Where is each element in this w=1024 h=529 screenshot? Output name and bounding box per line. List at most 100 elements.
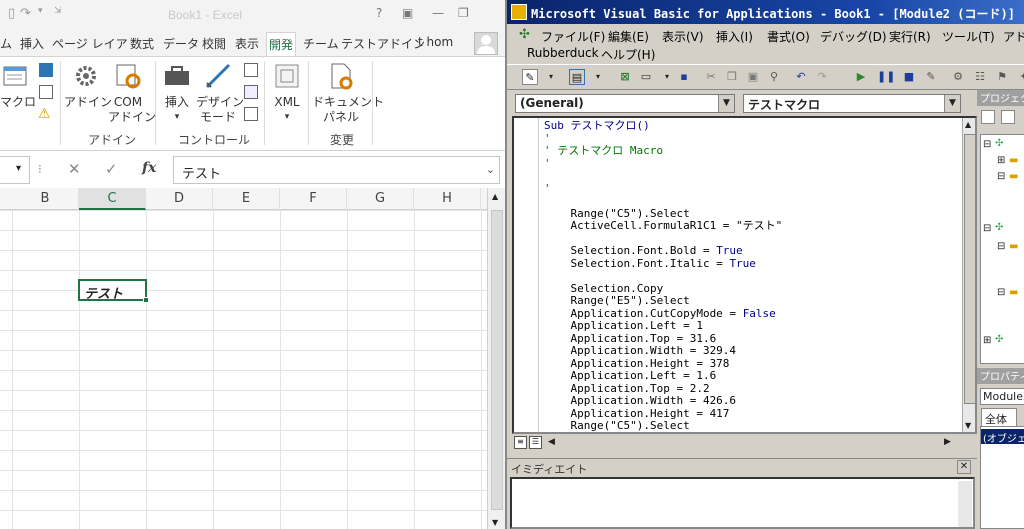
column-header-c[interactable]: C <box>79 188 146 210</box>
code-line[interactable]: Range("C5").Select <box>544 419 689 432</box>
com-addins-button[interactable]: COM アドイン <box>108 61 156 125</box>
menu-tools[interactable]: ツール(T) <box>942 28 995 45</box>
code-window[interactable]: Sub テストマクロ() ' ' テストマクロ Macro ' ' Range(… <box>512 116 977 434</box>
code-line[interactable]: Application.Left = 1 <box>544 319 702 332</box>
insert-control-button[interactable]: 挿入 ▾ <box>160 61 194 125</box>
project-explorer-icon[interactable]: ⚙ <box>950 69 966 85</box>
expand-formula-icon[interactable]: ⌄ <box>486 163 495 176</box>
tab-developer[interactable]: 開発 <box>266 32 297 56</box>
tree-expand-icon[interactable]: ⊞ <box>983 335 991 346</box>
view-excel-icon[interactable]: ✎ <box>522 69 538 85</box>
code-line[interactable]: Application.Top = 31.6 <box>544 332 716 345</box>
scroll-thumb[interactable] <box>964 134 975 404</box>
code-line[interactable]: ActiveCell.FormulaR1C1 = "テスト" <box>544 219 782 232</box>
pause-icon[interactable]: ❚❚ <box>877 69 895 85</box>
properties-grid[interactable]: (オブジェク <box>980 426 1024 529</box>
copy-icon[interactable]: ❐ <box>724 69 740 85</box>
menu-addins[interactable]: アド <box>1003 28 1024 45</box>
immediate-window[interactable] <box>510 477 975 529</box>
column-header-e[interactable]: E <box>213 188 280 210</box>
insert-module-icon[interactable]: ▭ <box>638 69 654 85</box>
full-module-view-icon[interactable]: ☰ <box>529 436 542 449</box>
code-margin[interactable] <box>514 118 539 432</box>
object-browser-icon[interactable]: ⚑ <box>994 69 1010 85</box>
insert-userform-icon[interactable]: ▤ <box>569 69 585 85</box>
toolbar-dropdown-icon[interactable]: ▾ <box>659 69 675 85</box>
column-header-f[interactable]: F <box>280 188 347 210</box>
menu-file[interactable]: ファイル(F) <box>541 28 605 45</box>
view-code-icon[interactable] <box>981 110 995 124</box>
tab-home[interactable]: ム <box>0 35 12 52</box>
properties-name-row[interactable]: (オブジェク <box>981 429 1024 445</box>
vertical-scrollbar[interactable]: ▲ ▼ <box>487 188 505 529</box>
help-icon[interactable]: ? <box>376 6 382 20</box>
close-icon[interactable]: ✕ <box>957 460 971 474</box>
menu-help[interactable]: ヘルプ(H) <box>601 46 655 63</box>
tree-collapse-icon[interactable]: ⊟ <box>997 241 1005 252</box>
menu-insert[interactable]: 挿入(I) <box>716 28 753 45</box>
menu-run[interactable]: 実行(R) <box>889 28 931 45</box>
code-line[interactable]: Range("E5").Select <box>544 294 689 307</box>
tree-collapse-icon[interactable]: ⊟ <box>997 171 1005 182</box>
tab-test-addin[interactable]: テストアドイン <box>341 35 425 52</box>
scroll-up-icon[interactable]: ▲ <box>965 120 971 129</box>
code-line[interactable]: Application.Top = 2.2 <box>544 382 709 395</box>
properties-icon[interactable] <box>244 63 258 77</box>
tree-collapse-icon[interactable]: ⊟ <box>997 287 1005 298</box>
procedure-combo[interactable]: テストマクロ ▼ <box>743 94 961 113</box>
tree-expand-icon[interactable]: ⊞ <box>997 155 1005 166</box>
cell-grid[interactable] <box>0 210 487 529</box>
view-object-icon[interactable] <box>1001 110 1015 124</box>
properties-tab-alphabetic[interactable]: 全体 <box>981 408 1017 426</box>
run-icon[interactable]: ▶ <box>853 69 869 85</box>
code-editor[interactable]: Sub テストマクロ() ' ' テストマクロ Macro ' ' Range(… <box>544 119 782 432</box>
code-line[interactable]: Range("C5").Select <box>544 207 689 220</box>
properties-object-combo[interactable]: Module2 <box>980 388 1024 405</box>
tab-data[interactable]: データ <box>163 35 199 52</box>
properties-window-icon[interactable]: ☷ <box>972 69 988 85</box>
project-tree[interactable]: ⊟ ✣ ⊞ ▬ ⊟ ▬ ⊟ ✣ ⊟ ▬ ⊟ ▬ ⊞ ✣ <box>980 134 1024 364</box>
run-dialog-icon[interactable] <box>244 107 258 121</box>
procedure-view-icon[interactable]: ≡ <box>514 436 527 449</box>
toolbar-dropdown-icon[interactable]: ▾ <box>590 69 606 85</box>
save-icon[interactable]: ▪ <box>676 69 692 85</box>
design-mode-icon[interactable]: ✎ <box>923 69 939 85</box>
macro-button[interactable]: マクロ <box>0 63 36 110</box>
user-name[interactable]: t hom <box>418 35 453 49</box>
undo-icon[interactable]: ↶ <box>793 69 809 85</box>
code-line[interactable]: Application.Left = 1.6 <box>544 369 716 382</box>
fill-handle[interactable] <box>143 297 149 303</box>
menu-rubberduck[interactable]: Rubberduck <box>527 46 599 60</box>
tree-collapse-icon[interactable]: ⊟ <box>983 139 991 150</box>
menu-view[interactable]: 表示(V) <box>662 28 704 45</box>
code-line[interactable]: Application.Height = 417 <box>544 407 729 420</box>
menu-debug[interactable]: デバッグ(D) <box>820 28 887 45</box>
excel-icon[interactable]: ⊠ <box>617 69 633 85</box>
maximize-icon[interactable]: ❐ <box>458 6 469 20</box>
reset-icon[interactable]: ■ <box>901 69 917 85</box>
code-vertical-scrollbar[interactable]: ▲ ▼ <box>962 118 975 432</box>
paste-icon[interactable]: ▣ <box>745 69 761 85</box>
scroll-left-icon[interactable]: ◀ <box>548 437 555 447</box>
column-header-b[interactable]: B <box>12 188 79 210</box>
formula-input[interactable]: テスト ⌄ <box>173 156 500 184</box>
tab-formulas[interactable]: 数式 <box>130 35 154 52</box>
tab-team[interactable]: チーム <box>303 35 339 52</box>
immediate-scrollbar[interactable] <box>958 481 972 527</box>
name-box[interactable]: ▾ <box>0 156 30 184</box>
ribbon-display-icon[interactable]: ▣ <box>402 6 413 20</box>
scroll-down-icon[interactable]: ▼ <box>492 518 498 527</box>
scroll-thumb[interactable] <box>491 210 503 510</box>
tab-view[interactable]: 表示 <box>235 35 259 52</box>
cut-icon[interactable]: ✂ <box>703 69 719 85</box>
object-combo[interactable]: (General) ▼ <box>515 94 735 113</box>
code-line[interactable]: Selection.Copy <box>544 282 663 295</box>
cancel-icon[interactable]: ✕ <box>68 160 81 178</box>
scroll-right-icon[interactable]: ▶ <box>944 437 951 447</box>
addins-button[interactable]: アドイン <box>64 61 112 110</box>
code-line[interactable]: ' テストマクロ Macro <box>544 144 663 157</box>
redo-icon[interactable]: ↷ <box>814 69 830 85</box>
save-icon[interactable]: ▯ <box>8 6 15 21</box>
enter-icon[interactable]: ✓ <box>105 160 118 178</box>
code-line[interactable]: Application.Width = 426.6 <box>544 394 736 407</box>
